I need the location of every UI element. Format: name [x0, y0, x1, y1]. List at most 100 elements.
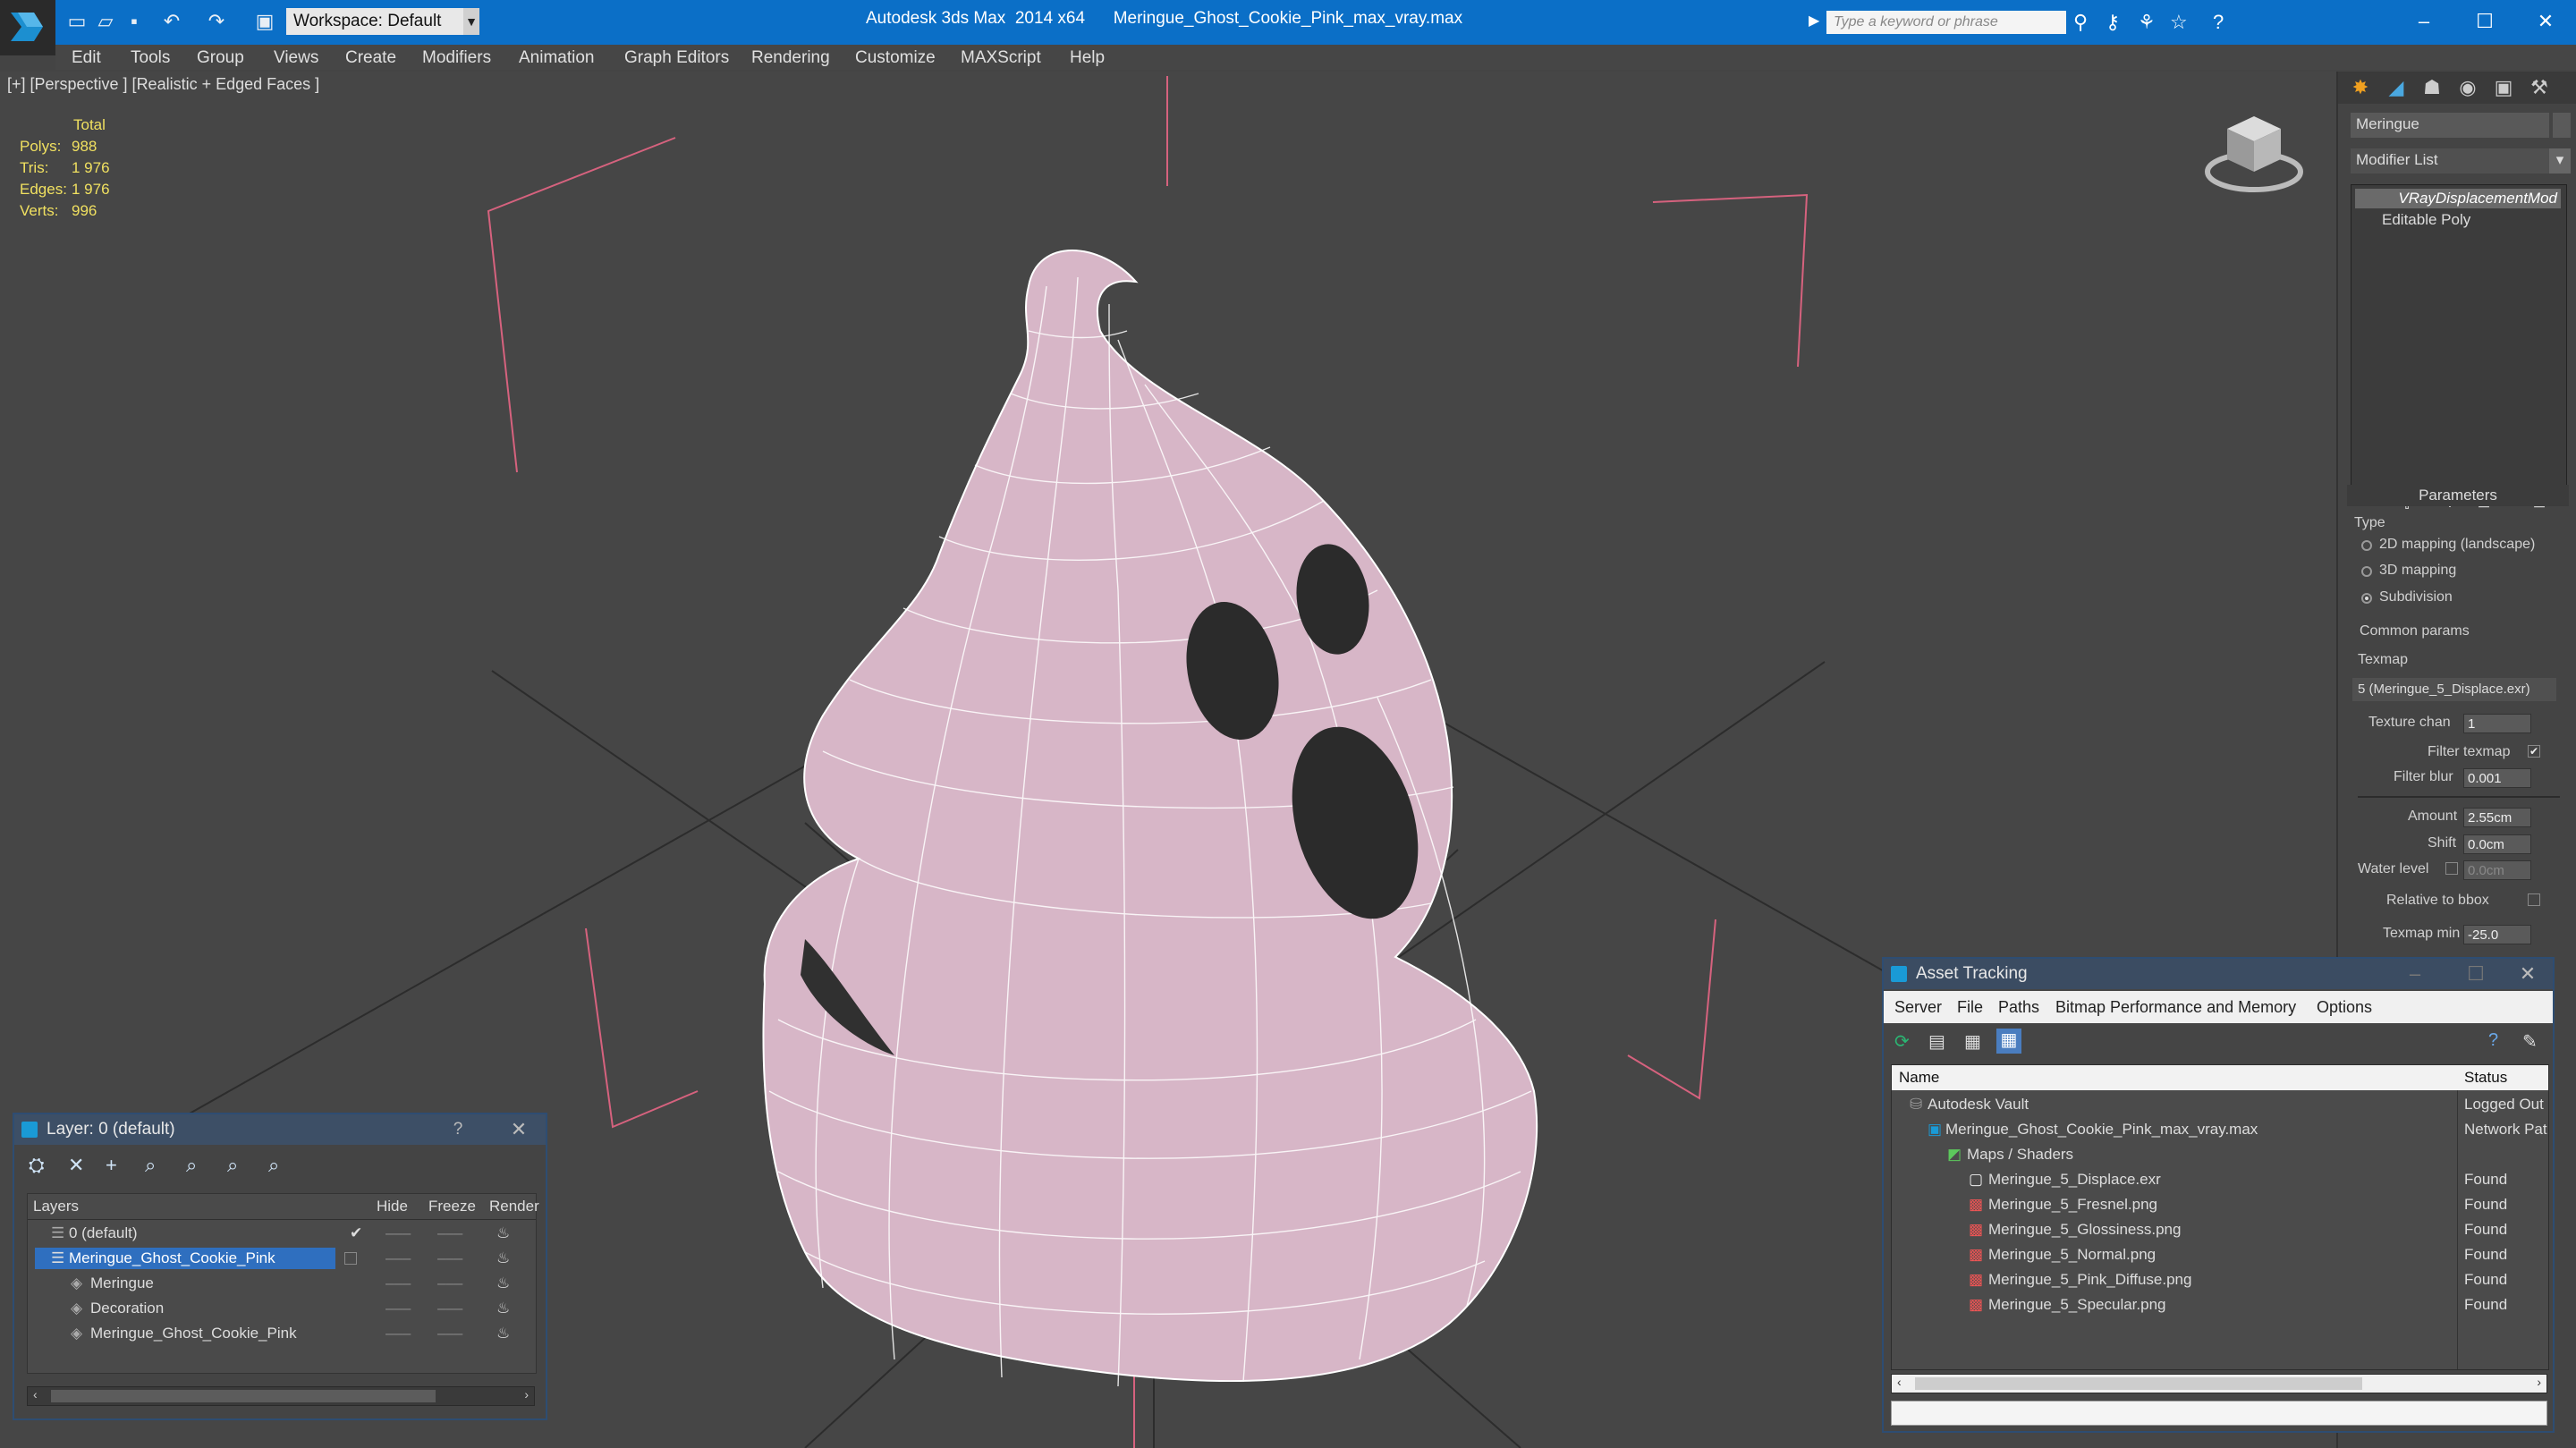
select-in-layer-icon[interactable]: ⌕ — [145, 1154, 156, 1177]
render-column-header[interactable]: Render — [489, 1194, 539, 1219]
layers-column-header[interactable]: Layers — [33, 1194, 79, 1219]
freeze-toggle[interactable]: ––– — [437, 1321, 462, 1346]
menu-server[interactable]: Server — [1894, 998, 1942, 1017]
viewport-label[interactable]: [+] [Perspective ] [Realistic + Edged Fa… — [7, 75, 319, 94]
open-file-icon[interactable]: ▱ — [93, 9, 118, 34]
list-view-icon[interactable]: ▤ — [1928, 1030, 1945, 1053]
play-arrow-icon[interactable]: ▶ — [1809, 12, 1819, 30]
communication-icon[interactable]: ⚘ — [2138, 11, 2156, 34]
utilities-tab-icon[interactable]: ⚒ — [2526, 76, 2553, 99]
chevron-down-icon[interactable]: ▾ — [2549, 148, 2571, 174]
menu-bitmap-performance[interactable]: Bitmap Performance and Memory — [2055, 998, 2296, 1017]
menu-tools[interactable]: Tools — [131, 48, 170, 68]
hide-column-header[interactable]: Hide — [377, 1194, 408, 1219]
parameters-rollout[interactable]: Parameters — [2347, 485, 2569, 506]
menu-file[interactable]: File — [1957, 998, 1983, 1017]
render-teapot-icon[interactable]: ♨ — [496, 1246, 510, 1271]
settings-icon[interactable]: ✎ — [2522, 1030, 2538, 1053]
scroll-right-icon[interactable]: › — [2537, 1375, 2541, 1389]
motion-tab-icon[interactable]: ◉ — [2454, 76, 2481, 99]
maximize-button[interactable]: ☐ — [2460, 5, 2510, 38]
close-icon[interactable]: ✕ — [2510, 959, 2546, 989]
menu-group[interactable]: Group — [197, 48, 244, 68]
scroll-thumb[interactable] — [51, 1390, 436, 1402]
texmap-button[interactable]: 5 (Meringue_5_Displace.exr) — [2352, 678, 2556, 701]
filter-texmap-checkbox[interactable]: ✔ — [2528, 745, 2540, 758]
radio-3d-mapping[interactable] — [2361, 566, 2372, 577]
menu-options[interactable]: Options — [2317, 998, 2372, 1017]
asset-row[interactable]: ▩ Meringue_5_Glossiness.png Found — [1892, 1217, 2548, 1242]
freeze-toggle[interactable]: ––– — [437, 1246, 462, 1271]
menu-edit[interactable]: Edit — [72, 48, 101, 68]
maximize-button[interactable]: ☐ — [2458, 959, 2494, 989]
stack-item-editable-poly[interactable]: Editable Poly — [2355, 210, 2561, 230]
freeze-all-layers-icon[interactable]: ⌕ — [268, 1154, 279, 1177]
filter-blur-spinner[interactable]: 0.001 — [2463, 768, 2531, 788]
modifier-list-dropdown[interactable]: Modifier List — [2351, 148, 2549, 174]
undo-icon[interactable]: ↶ — [159, 9, 184, 34]
layer-row[interactable]: ◈ Meringue ––– ––– ♨ — [28, 1271, 536, 1296]
amount-spinner[interactable]: 2.55cm — [2463, 808, 2531, 827]
menu-animation[interactable]: Animation — [519, 48, 595, 68]
workspace-dropdown[interactable]: Workspace: Default — [286, 8, 465, 35]
menu-paths[interactable]: Paths — [1998, 998, 2039, 1017]
scroll-left-icon[interactable]: ‹ — [1897, 1375, 1902, 1389]
freeze-toggle[interactable]: ––– — [437, 1221, 462, 1246]
binoculars-icon[interactable]: ⚲ — [2073, 11, 2088, 34]
menu-modifiers[interactable]: Modifiers — [422, 48, 491, 68]
asset-row[interactable]: ◩ Maps / Shaders — [1892, 1142, 2548, 1167]
freeze-toggle[interactable]: ––– — [437, 1271, 462, 1296]
freeze-toggle[interactable]: ––– — [437, 1296, 462, 1321]
favorites-star-icon[interactable]: ☆ — [2170, 11, 2188, 34]
save-file-icon[interactable]: ▪ — [122, 9, 147, 34]
scroll-right-icon[interactable]: › — [524, 1387, 529, 1401]
modify-tab-icon[interactable]: ◢ — [2383, 76, 2410, 99]
scroll-thumb[interactable] — [1915, 1377, 2362, 1390]
search-input[interactable]: Type a keyword or phrase — [1826, 11, 2066, 34]
radio-subdivision[interactable] — [2361, 593, 2372, 604]
menu-create[interactable]: Create — [345, 48, 396, 68]
menu-maxscript[interactable]: MAXScript — [961, 48, 1041, 68]
tree-view-icon[interactable]: ▦ — [1964, 1030, 1981, 1053]
render-teapot-icon[interactable]: ♨ — [496, 1221, 510, 1246]
display-tab-icon[interactable]: ▣ — [2490, 76, 2517, 99]
asset-horizontal-scrollbar[interactable]: ‹ › — [1891, 1374, 2547, 1393]
minimize-button[interactable]: – — [2397, 959, 2433, 989]
layer-row[interactable]: ◈ Meringue_Ghost_Cookie_Pink ––– ––– ♨ — [28, 1321, 536, 1346]
asset-path-field[interactable] — [1891, 1401, 2547, 1426]
menu-rendering[interactable]: Rendering — [751, 48, 830, 68]
minimize-button[interactable]: – — [2399, 5, 2449, 38]
asset-row[interactable]: ▩ Meringue_5_Fresnel.png Found — [1892, 1192, 2548, 1217]
asset-row[interactable]: ▩ Meringue_5_Specular.png Found — [1892, 1292, 2548, 1317]
create-layer-icon[interactable]: ⛭ — [29, 1154, 45, 1177]
hide-toggle[interactable]: ––– — [386, 1221, 411, 1246]
asset-row[interactable]: ▩ Meringue_5_Normal.png Found — [1892, 1242, 2548, 1267]
asset-window-title[interactable]: Asset Tracking — [1884, 959, 2553, 989]
layer-horizontal-scrollbar[interactable]: ‹ › — [27, 1386, 535, 1406]
refresh-icon[interactable]: ⟳ — [1894, 1030, 1910, 1053]
asset-row[interactable]: ▢ Meringue_5_Displace.exr Found — [1892, 1167, 2548, 1192]
help-icon[interactable]: ? — [2213, 11, 2224, 34]
water-level-spinner[interactable]: 0.0cm — [2463, 860, 2531, 880]
freeze-column-header[interactable]: Freeze — [428, 1194, 476, 1219]
menu-views[interactable]: Views — [274, 48, 318, 68]
close-button[interactable]: ✕ — [2521, 5, 2571, 38]
current-layer-checkbox[interactable] — [344, 1252, 357, 1265]
hide-all-layers-icon[interactable]: ⌕ — [227, 1154, 238, 1177]
asset-row[interactable]: ▩ Meringue_5_Pink_Diffuse.png Found — [1892, 1267, 2548, 1292]
layer-row[interactable]: ◈ Decoration ––– ––– ♨ — [28, 1296, 536, 1321]
layer-row[interactable]: ☰ Meringue_Ghost_Cookie_Pink ––– ––– ♨ — [28, 1246, 536, 1271]
help-icon[interactable]: ? — [2488, 1030, 2498, 1051]
key-icon[interactable]: ⚷ — [2106, 11, 2120, 34]
hide-toggle[interactable]: ––– — [386, 1271, 411, 1296]
relative-bbox-checkbox[interactable] — [2528, 893, 2540, 906]
scroll-left-icon[interactable]: ‹ — [33, 1387, 38, 1401]
new-file-icon[interactable]: ▭ — [64, 9, 89, 34]
texmap-min-spinner[interactable]: -25.0 — [2463, 925, 2531, 944]
status-column-header[interactable]: Status — [2464, 1065, 2507, 1090]
render-teapot-icon[interactable]: ♨ — [496, 1271, 510, 1296]
menu-customize[interactable]: Customize — [855, 48, 936, 68]
stack-item-vray-displacement[interactable]: VRayDisplacementMod — [2355, 189, 2561, 208]
shift-spinner[interactable]: 0.0cm — [2463, 834, 2531, 854]
create-tab-icon[interactable]: ✸ — [2347, 76, 2374, 99]
